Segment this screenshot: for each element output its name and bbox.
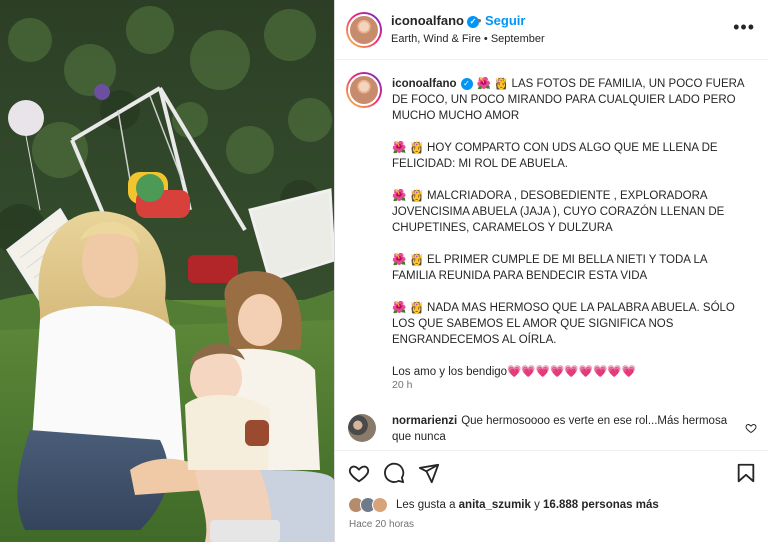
caption-paragraph-3: 🌺 👸 MALCRIADORA , DESOBEDIENTE , EXPLORA… xyxy=(392,190,725,234)
author-username-text[interactable]: iconoalfano xyxy=(391,13,464,28)
verified-badge-icon: ✓ xyxy=(460,77,473,90)
caption-timestamp[interactable]: 20 h xyxy=(392,379,412,391)
comment-item: normarienzi Que hermosoooo es verte en es… xyxy=(335,404,768,450)
heart-icon[interactable] xyxy=(348,462,370,484)
author-avatar[interactable] xyxy=(346,12,382,48)
caption-username[interactable]: iconoalfano xyxy=(392,78,457,90)
post-actions-bar xyxy=(335,450,768,494)
likes-count[interactable]: 16.888 personas más xyxy=(543,499,659,511)
likes-section: Les gusta a anita_szumik y 16.888 person… xyxy=(335,494,768,542)
caption-paragraph-2: 🌺 👸 HOY COMPARTO CON UDS ALGO QUE ME LLE… xyxy=(392,142,718,170)
commenter-username[interactable]: normarienzi xyxy=(392,415,457,427)
bookmark-icon[interactable] xyxy=(735,462,757,484)
liker-username[interactable]: anita_szumik xyxy=(459,499,531,511)
comment-icon[interactable] xyxy=(383,462,405,484)
post-photo[interactable] xyxy=(0,0,334,542)
likes-conjunction: y xyxy=(530,499,544,511)
likes-prefix: Les gusta a xyxy=(396,499,459,511)
post-timestamp[interactable]: Hace 20 horas xyxy=(349,519,414,530)
caption-paragraph-6: Los amo y los bendigo💗💗💗💗💗💗💗💗💗 xyxy=(392,366,636,378)
audio-track-label[interactable]: Earth, Wind & Fire • September xyxy=(391,33,545,45)
caption-paragraph-1: iconoalfano ✓ 🌺 👸 LAS FOTOS DE FAMILIA, UN… xyxy=(392,77,744,122)
header-separator: • xyxy=(477,13,482,28)
post-header: iconoalfano ✓ • Seguir Earth, Wind & Fire… xyxy=(335,0,768,60)
comment-like-heart-icon[interactable] xyxy=(745,422,757,434)
commenter-avatar[interactable] xyxy=(348,414,376,442)
author-username[interactable]: iconoalfano ✓ xyxy=(391,13,479,28)
comment-text: normarienzi Que hermosoooo es verte en es… xyxy=(392,413,732,445)
caption-section: iconoalfano ✓ 🌺 👸 LAS FOTOS DE FAMILIA, UN… xyxy=(335,60,768,404)
likes-summary[interactable]: Les gusta a anita_szumik y 16.888 person… xyxy=(396,499,659,511)
follow-button[interactable]: Seguir xyxy=(485,13,525,28)
caption-paragraph-5: 🌺 👸 NADA MAS HERMOSO QUE LA PALABRA ABUE… xyxy=(392,302,735,346)
caption-paragraph-4: 🌺 👸 EL PRIMER CUMPLE DE MI BELLA NIETI Y… xyxy=(392,254,707,282)
more-horizontal-icon[interactable]: ••• xyxy=(733,18,755,36)
family-photo-illustration xyxy=(0,0,334,542)
caption-text: iconoalfano ✓ 🌺 👸 LAS FOTOS DE FAMILIA, UN… xyxy=(392,76,748,380)
share-icon[interactable] xyxy=(418,462,440,484)
caption-author-avatar[interactable] xyxy=(346,72,382,108)
liker-avatar[interactable] xyxy=(372,497,388,513)
post-details-panel: iconoalfano ✓ • Seguir Earth, Wind & Fire… xyxy=(334,0,768,542)
